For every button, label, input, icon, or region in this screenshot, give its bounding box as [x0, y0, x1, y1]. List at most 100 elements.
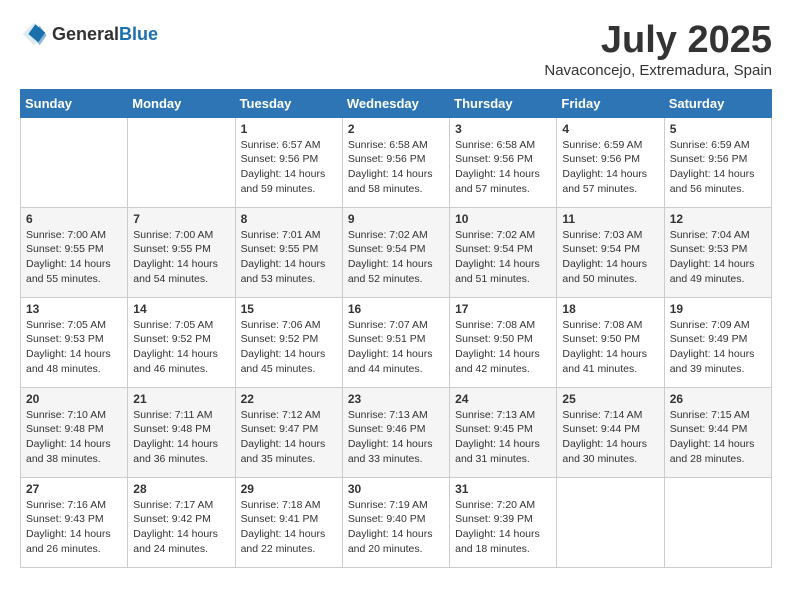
- day-number: 23: [348, 392, 444, 406]
- day-number: 31: [455, 482, 551, 496]
- calendar-cell: 5Sunrise: 6:59 AMSunset: 9:56 PMDaylight…: [664, 117, 771, 207]
- sunrise-text: Sunrise: 7:08 AM: [455, 319, 535, 331]
- calendar-cell: 18Sunrise: 7:08 AMSunset: 9:50 PMDayligh…: [557, 297, 664, 387]
- sunrise-text: Sunrise: 7:12 AM: [241, 409, 321, 421]
- day-number: 6: [26, 212, 122, 226]
- day-info: Sunrise: 7:13 AMSunset: 9:45 PMDaylight:…: [455, 408, 551, 467]
- sunset-text: Sunset: 9:39 PM: [455, 513, 533, 525]
- calendar-cell: 24 Sunrise: 7:13 AMSunset: 9:45 PMDayligh…: [450, 387, 557, 477]
- calendar-cell: 19Sunrise: 7:09 AMSunset: 9:49 PMDayligh…: [664, 297, 771, 387]
- calendar-cell: 4Sunrise: 6:59 AMSunset: 9:56 PMDaylight…: [557, 117, 664, 207]
- calendar-cell: 27 Sunrise: 7:16 AMSunset: 9:43 PMDayligh…: [21, 477, 128, 567]
- day-info: Sunrise: 7:06 AMSunset: 9:52 PMDaylight:…: [241, 318, 337, 377]
- month-title: July 2025: [544, 20, 772, 62]
- day-number: 25: [562, 392, 658, 406]
- sunrise-text: Sunrise: 7:15 AM: [670, 409, 750, 421]
- calendar-cell: 2 Sunrise: 6:58 AMSunset: 9:56 PMDaylight…: [342, 117, 449, 207]
- day-info: Sunrise: 7:07 AMSunset: 9:51 PMDaylight:…: [348, 318, 444, 377]
- day-number: 27: [26, 482, 122, 496]
- page-header: General Blue July 2025 Navaconcejo, Extr…: [20, 20, 772, 79]
- weekday-header: Tuesday: [235, 89, 342, 117]
- sunset-text: Sunset: 9:44 PM: [670, 423, 748, 435]
- calendar-week-row: 6 Sunrise: 7:00 AMSunset: 9:55 PMDaylight…: [21, 207, 772, 297]
- day-info: Sunrise: 7:02 AMSunset: 9:54 PMDaylight:…: [455, 228, 551, 287]
- calendar-cell: 10Sunrise: 7:02 AMSunset: 9:54 PMDayligh…: [450, 207, 557, 297]
- sunrise-text: Sunrise: 7:18 AM: [241, 499, 321, 511]
- sunset-text: Sunset: 9:56 PM: [562, 153, 640, 165]
- sunrise-text: Sunrise: 7:05 AM: [26, 319, 106, 331]
- day-number: 2: [348, 122, 444, 136]
- calendar-cell: 20Sunrise: 7:10 AMSunset: 9:48 PMDayligh…: [21, 387, 128, 477]
- sunset-text: Sunset: 9:56 PM: [670, 153, 748, 165]
- daylight-text: Daylight: 14 hours and 53 minutes.: [241, 258, 326, 285]
- day-number: 3: [455, 122, 551, 136]
- sunrise-text: Sunrise: 7:04 AM: [670, 229, 750, 241]
- day-info: Sunrise: 6:59 AMSunset: 9:56 PMDaylight:…: [562, 138, 658, 197]
- day-info: Sunrise: 7:20 AMSunset: 9:39 PMDaylight:…: [455, 498, 551, 557]
- day-info: Sunrise: 7:08 AMSunset: 9:50 PMDaylight:…: [562, 318, 658, 377]
- day-info: Sunrise: 7:13 AMSunset: 9:46 PMDaylight:…: [348, 408, 444, 467]
- calendar-week-row: 13 Sunrise: 7:05 AM Sunset: 9:53 PM Dayligh…: [21, 297, 772, 387]
- calendar-cell: 1 Sunrise: 6:57 AMSunset: 9:56 PMDaylight…: [235, 117, 342, 207]
- day-info: Sunrise: 7:00 AMSunset: 9:55 PMDaylight:…: [26, 228, 122, 287]
- calendar-cell: 23 Sunrise: 7:13 AMSunset: 9:46 PMDayligh…: [342, 387, 449, 477]
- calendar-week-row: 1Sunrise: 6:57 AMSunset: 9:56 PMDaylight…: [21, 117, 772, 207]
- sunset-text: Sunset: 9:52 PM: [133, 333, 211, 345]
- sunset-text: Sunset: 9:49 PM: [670, 333, 748, 345]
- sunrise-text: Sunrise: 7:03 AM: [562, 229, 642, 241]
- daylight-text: Daylight: 14 hours and 42 minutes.: [455, 348, 540, 375]
- day-number: 1: [241, 122, 337, 136]
- day-info: Sunrise: 7:02 AMSunset: 9:54 PMDaylight:…: [348, 228, 444, 287]
- sunrise-text: Sunrise: 7:07 AM: [348, 319, 428, 331]
- logo-blue-text: Blue: [119, 24, 158, 45]
- calendar-cell: 15Sunrise: 7:06 AMSunset: 9:52 PMDayligh…: [235, 297, 342, 387]
- daylight-text: Daylight: 14 hours and 56 minutes.: [670, 168, 755, 195]
- sunset-text: Sunset: 9:48 PM: [133, 423, 211, 435]
- daylight-text: Daylight: 14 hours and 45 minutes.: [241, 348, 326, 375]
- calendar-week-row: 27 Sunrise: 7:16 AMSunset: 9:43 PMDayligh…: [21, 477, 772, 567]
- day-number: 29: [241, 482, 337, 496]
- weekday-header-row: SundayMondayTuesdayWednesdayThursdayFrid…: [21, 89, 772, 117]
- day-number: 30: [348, 482, 444, 496]
- day-info: Sunrise: 7:08 AMSunset: 9:50 PMDaylight:…: [455, 318, 551, 377]
- day-info: Sunrise: 7:05 AMSunset: 9:53 PMDaylight:…: [26, 318, 122, 377]
- day-info: Sunrise: 6:57 AMSunset: 9:56 PMDaylight:…: [241, 138, 337, 197]
- sunrise-text: Sunrise: 6:57 AM: [241, 139, 321, 151]
- day-info: Sunrise: 7:11 AMSunset: 9:48 PMDaylight:…: [133, 408, 229, 467]
- calendar-cell: 26Sunrise: 7:15 AMSunset: 9:44 PMDayligh…: [664, 387, 771, 477]
- logo-general-text: General: [52, 24, 119, 45]
- calendar-cell: 6 Sunrise: 7:00 AMSunset: 9:55 PMDaylight…: [21, 207, 128, 297]
- sunrise-text: Sunrise: 7:13 AM: [455, 409, 535, 421]
- day-number: 13: [26, 302, 122, 316]
- daylight-text: Daylight: 14 hours and 59 minutes.: [241, 168, 326, 195]
- daylight-text: Daylight: 14 hours and 51 minutes.: [455, 258, 540, 285]
- day-number: 17: [455, 302, 551, 316]
- daylight-text: Daylight: 14 hours and 39 minutes.: [670, 348, 755, 375]
- day-info: Sunrise: 6:58 AMSunset: 9:56 PMDaylight:…: [348, 138, 444, 197]
- calendar-cell: [557, 477, 664, 567]
- sunrise-text: Sunrise: 7:11 AM: [133, 409, 212, 421]
- calendar-cell: 30Sunrise: 7:19 AMSunset: 9:40 PMDayligh…: [342, 477, 449, 567]
- day-number: 14: [133, 302, 229, 316]
- day-number: 24: [455, 392, 551, 406]
- daylight-text: Daylight: 14 hours and 49 minutes.: [670, 258, 755, 285]
- day-number: 12: [670, 212, 766, 226]
- day-info: Sunrise: 7:16 AMSunset: 9:43 PMDaylight:…: [26, 498, 122, 557]
- sunrise-text: Sunrise: 7:02 AM: [348, 229, 428, 241]
- sunrise-text: Sunrise: 7:16 AM: [26, 499, 106, 511]
- sunrise-text: Sunrise: 6:59 AM: [562, 139, 642, 151]
- sunrise-text: Sunrise: 7:19 AM: [348, 499, 428, 511]
- daylight-text: Daylight: 14 hours and 30 minutes.: [562, 438, 647, 465]
- daylight-text: Daylight: 14 hours and 52 minutes.: [348, 258, 433, 285]
- daylight-text: Daylight: 14 hours and 24 minutes.: [133, 528, 218, 555]
- daylight-text: Daylight: 14 hours and 28 minutes.: [670, 438, 755, 465]
- sunset-text: Sunset: 9:53 PM: [26, 333, 104, 345]
- sunrise-text: Sunrise: 7:08 AM: [562, 319, 642, 331]
- calendar-cell: 17 Sunrise: 7:08 AMSunset: 9:50 PMDayligh…: [450, 297, 557, 387]
- sunset-text: Sunset: 9:41 PM: [241, 513, 319, 525]
- sunset-text: Sunset: 9:53 PM: [670, 243, 748, 255]
- day-number: 7: [133, 212, 229, 226]
- sunset-text: Sunset: 9:40 PM: [348, 513, 426, 525]
- daylight-text: Daylight: 14 hours and 44 minutes.: [348, 348, 433, 375]
- sunrise-text: Sunrise: 7:09 AM: [670, 319, 750, 331]
